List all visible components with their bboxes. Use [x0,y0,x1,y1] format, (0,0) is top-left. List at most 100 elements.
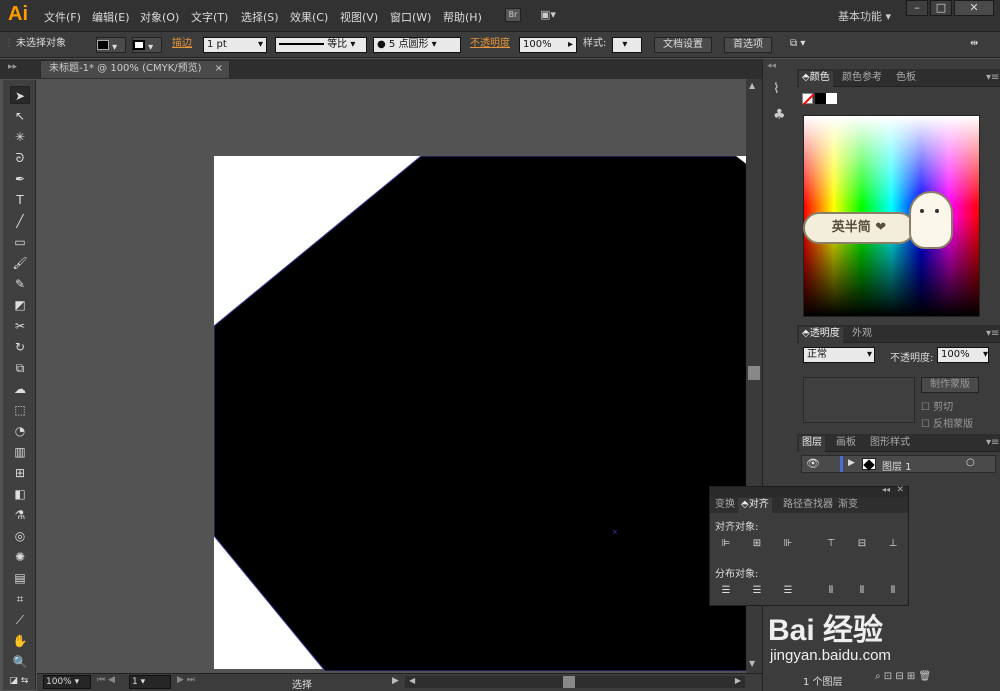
artboard-navigation-field[interactable]: 1 ▾ [129,675,171,689]
menu-item-0[interactable]: 文件(F) [44,9,81,25]
zoom-field[interactable]: 100% ▾ [43,675,91,689]
shape-builder-tool-icon[interactable]: ◔ [10,422,30,440]
pencil-tool-icon[interactable]: ✎ [10,275,30,293]
maximize-icon[interactable]: □ [930,0,952,16]
align-panel-titlebar[interactable]: ◂◂ ✕ [710,485,908,497]
clip-checkbox[interactable]: ☐ 剪切 [921,398,953,413]
variable-width-profile[interactable]: 等比 ▾ [275,37,367,53]
menu-item-4[interactable]: 选择(S) [241,9,279,25]
fill-swatch[interactable]: ▾ [96,37,126,53]
column-graph-tool-icon[interactable]: ▤ [10,569,30,587]
transparency-panel-menu-icon[interactable]: ▾≡ [983,327,1000,343]
horizontal-scrollbar[interactable]: ◀ ▶ [405,676,745,688]
stroke-swatch[interactable]: ▾ [132,37,162,53]
layers-panel-menu-icon[interactable]: ▾≡ [983,436,1000,452]
artboard-tool-icon[interactable]: ⌗ [10,590,30,608]
blend-mode-select[interactable]: 正常 ▾ [803,347,875,363]
menu-item-8[interactable]: 帮助(H) [443,9,482,25]
stroke-weight-field[interactable]: 1 pt ▾ [203,37,267,53]
last-artboard-icon[interactable]: ▶ ⏭ [177,675,195,685]
tab-graphic-styles[interactable]: 图形样式 [867,436,913,452]
align-top-icon[interactable]: ⊤ [824,537,838,551]
bridge-button[interactable]: Br [505,8,521,22]
expand-layer-icon[interactable]: ▶ [848,458,855,468]
layer-row[interactable]: 👁 ▶ 图层 1 ○ [801,455,996,473]
tab-transparency[interactable]: ⬘透明度 [799,327,843,343]
close-tab-icon[interactable]: × [215,61,223,77]
menu-item-3[interactable]: 文字(T) [191,9,228,25]
opacity-label[interactable]: 不透明度 [470,37,510,53]
document-tab[interactable]: 未标题-1* @ 100% (CMYK/预览) × [40,60,230,78]
symbols-panel-icon[interactable]: ♣ [773,107,786,123]
layer-target-icon[interactable]: ○ [966,457,975,468]
align-vertical-center-icon[interactable]: ⊟ [855,537,869,551]
document-setup-button[interactable]: 文档设置 [654,37,712,53]
type-tool-icon[interactable]: T [10,191,30,209]
tab-align[interactable]: ⬘对齐 [738,498,772,514]
pen-tool-icon[interactable]: ✒ [10,170,30,188]
menu-item-5[interactable]: 效果(C) [290,9,328,25]
menu-item-7[interactable]: 窗口(W) [390,9,431,25]
arrange-icon[interactable]: ⧉ ▾ [790,37,805,53]
eyedropper-tool-icon[interactable]: ⚗ [10,506,30,524]
align-horizontal-center-icon[interactable]: ⊞ [750,537,764,551]
first-artboard-icon[interactable]: ⏮ ◀ [97,675,115,685]
vertical-scroll-thumb[interactable] [748,366,760,380]
slice-tool-icon[interactable]: ⟋ [10,611,30,629]
tab-artboards[interactable]: 画板 [833,436,859,452]
opacity-field[interactable]: 100% ▸ [519,37,577,53]
symbol-sprayer-tool-icon[interactable]: ✺ [10,548,30,566]
tab-gradient[interactable]: 渐变 [835,498,861,514]
status-menu-icon[interactable]: ▶ [392,676,399,686]
stroke-label[interactable]: 描边 [172,37,192,53]
brush-definition[interactable]: ● 5 点圆形 ▾ [373,37,461,53]
blend-tool-icon[interactable]: ◎ [10,527,30,545]
hand-tool-icon[interactable]: ✋ [10,632,30,650]
align-panel-close-icon[interactable]: ✕ [896,485,904,495]
paintbrush-tool-icon[interactable]: 🖌 [10,254,30,272]
align-left-icon[interactable]: ⊫ [719,537,733,551]
tab-layers[interactable]: 图层 [799,436,825,452]
menu-item-6[interactable]: 视图(V) [340,9,378,25]
workspace-switcher[interactable]: 基本功能 ▾ [838,8,891,24]
tab-color-guide[interactable]: 颜色参考 [839,71,885,87]
brushes-panel-icon[interactable]: ⌇ [773,81,780,97]
align-right-icon[interactable]: ⊪ [781,537,795,551]
close-icon[interactable]: ✕ [954,0,994,16]
zoom-tool-icon[interactable]: 🔍 [10,653,30,671]
transparency-opacity-field[interactable]: 100% ▾ [937,347,989,363]
lasso-tool-icon[interactable]: ᘐ [10,149,30,167]
fill-stroke-icon[interactable]: ◪ ⇆ [5,672,33,690]
black-swatch[interactable] [815,93,826,104]
tab-appearance[interactable]: 外观 [849,327,875,343]
invert-mask-checkbox[interactable]: ☐ 反相蒙版 [921,415,973,430]
magic-wand-tool-icon[interactable]: ✳ [10,128,30,146]
align-bottom-icon[interactable]: ⊥ [886,537,900,551]
none-swatch-icon[interactable] [802,93,815,106]
scissors-tool-icon[interactable]: ✂ [10,317,30,335]
white-swatch[interactable] [826,93,837,104]
minimize-icon[interactable]: – [906,0,928,16]
tab-swatches[interactable]: 色板 [893,71,919,87]
make-mask-button[interactable]: 制作蒙版 [921,377,979,393]
gradient-tool-icon[interactable]: ◧ [10,485,30,503]
direct-selection-tool-icon[interactable]: ↖ [10,107,30,125]
line-tool-icon[interactable]: ╱ [10,212,30,230]
free-transform-tool-icon[interactable]: ⬚ [10,401,30,419]
layer-name[interactable]: 图层 1 [882,458,912,473]
color-panel-menu-icon[interactable]: ▾≡ [983,71,1000,87]
menu-item-1[interactable]: 编辑(E) [92,9,130,25]
artboard[interactable]: × [213,155,746,671]
rotate-tool-icon[interactable]: ↻ [10,338,30,356]
horizontal-scroll-thumb[interactable] [563,676,575,688]
collapse-toolbox-icon[interactable]: ▸▸ [8,62,17,72]
black-octagon-shape[interactable] [214,156,746,671]
preferences-button[interactable]: 首选项 [724,37,772,53]
rectangle-tool-icon[interactable]: ▭ [10,233,30,251]
distribute-top-icon[interactable]: ☰ [719,584,733,598]
perspective-grid-tool-icon[interactable]: ▥ [10,443,30,461]
blob-brush-tool-icon[interactable]: ◩ [10,296,30,314]
tab-pathfinder[interactable]: 路径查找器 [780,498,836,514]
warp-tool-icon[interactable]: ☁ [10,380,30,398]
arrange-documents-button[interactable]: ▣▾ [540,8,564,22]
